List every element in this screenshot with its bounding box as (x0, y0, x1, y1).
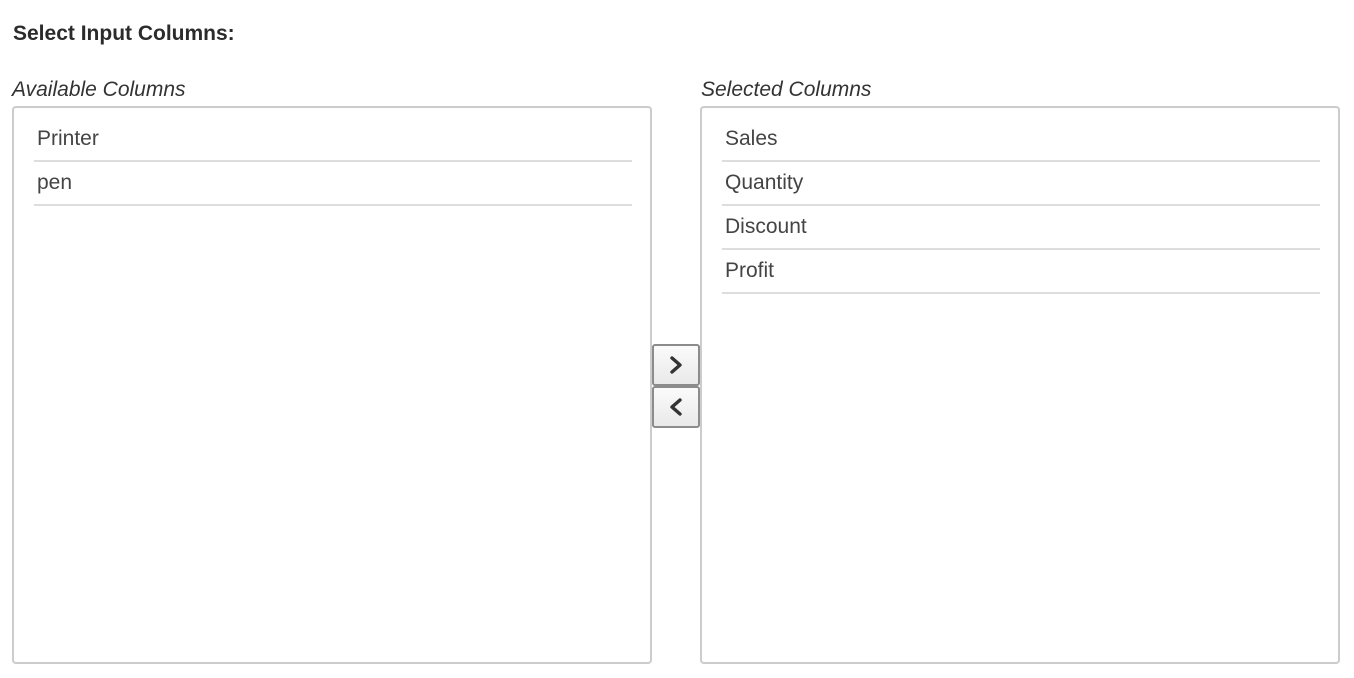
selected-columns-list[interactable]: Sales Quantity Discount Profit (700, 106, 1340, 664)
chevron-left-icon (667, 397, 685, 417)
list-item-pen[interactable]: pen (34, 162, 632, 206)
list-item-profit[interactable]: Profit (722, 250, 1320, 294)
move-right-button[interactable] (652, 344, 700, 386)
list-item-printer[interactable]: Printer (34, 118, 632, 162)
chevron-right-icon (667, 355, 685, 375)
list-item-discount[interactable]: Discount (722, 206, 1320, 250)
available-columns-label: Available Columns (12, 78, 186, 101)
list-item-quantity[interactable]: Quantity (722, 162, 1320, 206)
selected-columns-label: Selected Columns (701, 78, 872, 101)
available-columns-list[interactable]: Printer pen (12, 106, 652, 664)
section-title: Select Input Columns: (13, 22, 235, 45)
list-item-sales[interactable]: Sales (722, 118, 1320, 162)
move-left-button[interactable] (652, 386, 700, 428)
